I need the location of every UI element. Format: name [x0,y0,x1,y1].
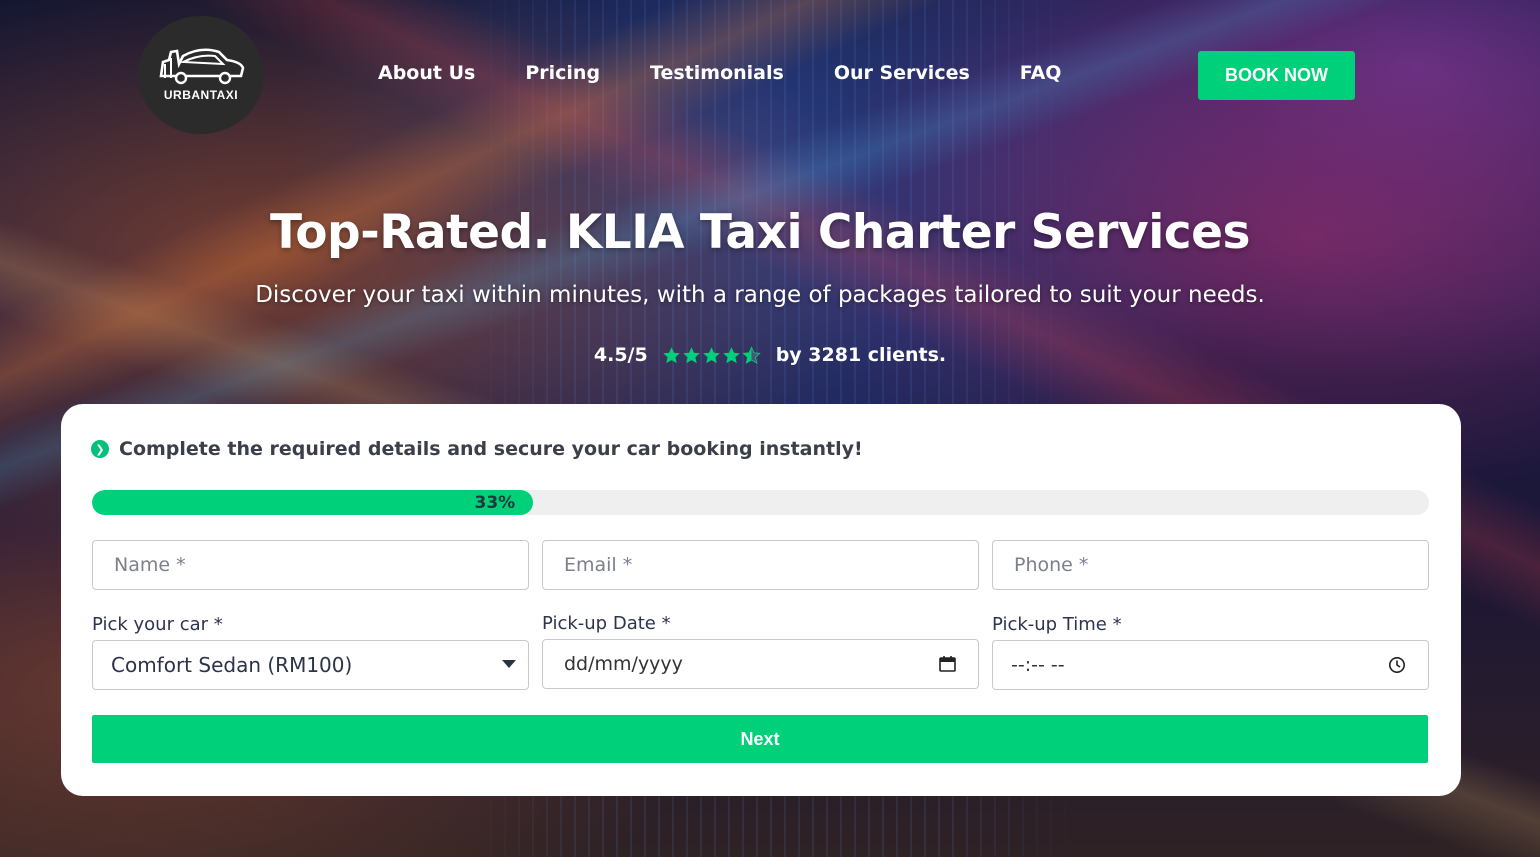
email-placeholder: Email * [564,554,633,576]
rating-stars [662,345,762,365]
rating-summary: 4.5/5 by 3281 clients. [0,344,1540,366]
main-nav: About Us Pricing Testimonials Our Servic… [378,62,1111,84]
booking-form-card: ❯ Complete the required details and secu… [61,404,1461,796]
form-notice: ❯ Complete the required details and secu… [91,438,863,460]
car-select[interactable]: Comfort Sedan (RM100) [92,640,529,690]
book-now-button[interactable]: BOOK NOW [1198,51,1355,100]
name-placeholder: Name * [114,554,186,576]
clock-icon[interactable] [1388,656,1406,674]
star-icon [662,346,680,363]
chevron-circle-icon: ❯ [91,440,109,458]
star-icon [682,346,700,363]
email-input[interactable]: Email * [542,540,979,590]
pickup-date-input[interactable]: dd/mm/yyyy [542,639,979,689]
car-select-value: Comfort Sedan (RM100) [111,653,353,677]
phone-placeholder: Phone * [1014,554,1089,576]
star-icon [702,346,720,363]
page-title: Top-Rated. KLIA Taxi Charter Services [269,205,1251,260]
rating-score: 4.5/5 [593,344,648,366]
nav-testimonials[interactable]: Testimonials [650,62,784,84]
rating-text: by 3281 clients. [775,344,947,366]
logo-text: URBANTAXI [163,88,239,102]
hero-subtitle: Discover your taxi within minutes, with … [255,282,1265,308]
form-notice-text: Complete the required details and secure… [119,438,863,460]
time-label: Pick-up Time * [992,614,1122,635]
phone-input[interactable]: Phone * [992,540,1429,590]
time-value: --:-- -- [1011,654,1065,676]
chevron-down-icon [502,660,516,668]
pickup-time-input[interactable]: --:-- -- [992,640,1429,690]
taxi-car-icon [159,48,245,85]
calendar-icon[interactable] [939,655,956,672]
progress-fill: 33% [92,490,534,515]
next-button[interactable]: Next [92,715,1428,763]
progress-label: 33% [474,492,516,513]
name-input[interactable]: Name * [92,540,529,590]
car-label: Pick your car * [92,614,223,635]
logo[interactable]: URBANTAXI [138,16,264,134]
nav-about-us[interactable]: About Us [378,62,475,84]
star-half-icon [741,345,761,364]
star-icon [722,346,740,363]
date-label: Pick-up Date * [542,613,671,634]
nav-pricing[interactable]: Pricing [525,62,600,84]
progress-bar: 33% [92,490,1429,515]
date-value: dd/mm/yyyy [564,653,683,675]
nav-our-services[interactable]: Our Services [834,62,970,84]
nav-faq[interactable]: FAQ [1020,62,1062,84]
